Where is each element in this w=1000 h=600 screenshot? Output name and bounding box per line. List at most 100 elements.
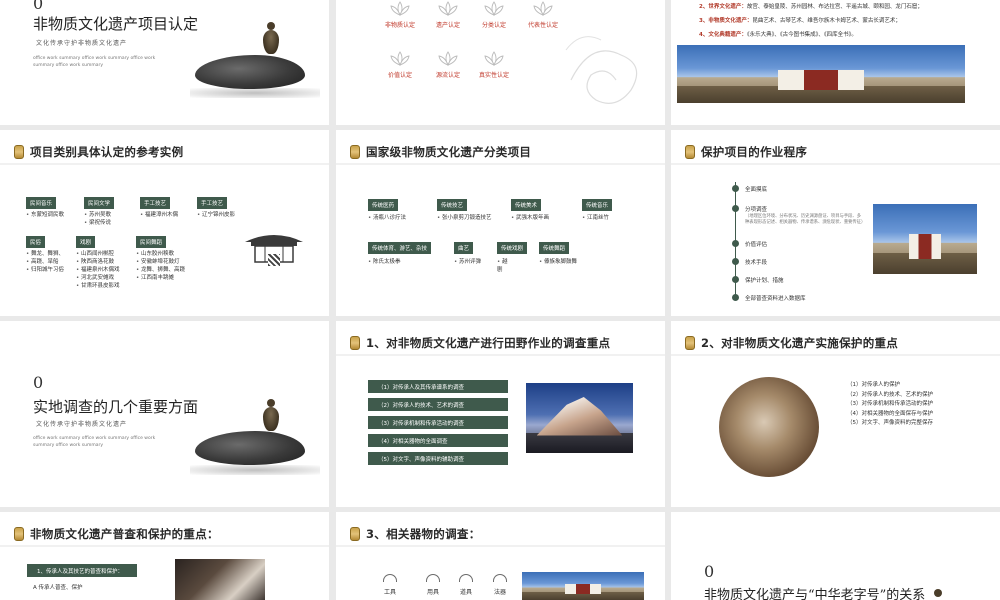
tag: 传统舞蹈 [539,242,570,254]
slide-title: 非物质文化遗产普查和保护的重点： [30,527,219,541]
tag-items: 辽宁锦州皮影 [197,211,235,219]
slide-header: 2、对非物质文化遗产实施保护的重点 [685,335,990,351]
list-line-2: 3、非物质文化遗产：昆曲艺术、古琴艺术、维吾尔族木卡姆艺术、蒙古长调艺术； [699,18,901,24]
header-band [0,545,329,547]
tag: 传统音乐 [582,199,613,211]
protection-list: （1）对传承人的保护 （2）对传承人的技术、艺术的保护 （3）对传承机制和传承活… [847,382,934,426]
timeline-dot [732,185,739,192]
arch-icon [426,574,440,582]
tag: 传统美术 [511,199,542,211]
timeline-dot [732,205,739,212]
slide-title: 3、相关器物的调查： [366,527,481,541]
cloud-ornament-icon [565,36,638,104]
step-label: 全面摸底 [745,187,768,193]
potala-palace-photo [873,204,977,274]
focus-bar: 1、传承人及其技艺的普查和保护： [27,564,137,577]
monk-head [267,22,275,30]
section-subtitle: 文化传承守护非物质文化遗产 [36,40,128,47]
utensil-item-appliance: 用具 [418,574,448,596]
temple-photo [522,572,644,600]
section-number: 0 [704,562,715,581]
slide-header: 3、相关器物的调查： [350,526,655,542]
lotus-label: 价值认定 [387,72,412,79]
tag: 曲艺 [454,242,474,254]
slide-header: 1、对非物质文化遗产进行田野作业的调查重点 [350,335,655,351]
list-line-3: 4、文化典籍遗产：《永乐大典》、《古今图书集成》、《四库全书》。 [699,32,857,38]
header-band [336,163,665,165]
focus-bar: （3）对传承机制和传承活动的调查 [368,416,508,429]
slide-cover-1[interactable]: 0 非物质文化遗产项目认定 文化传承守护非物质文化遗产 office work … [0,0,329,125]
slide-census-focus[interactable]: 非物质文化遗产普查和保护的重点： 1、传承人及其技艺的普查和保护： A 传承人普… [0,512,329,600]
slide-heritage-list[interactable]: 2、世界文化遗产：故宫、泰始皇陵、苏州园林、布达拉宫、平遥古城、颐和园、龙门石窟… [671,0,1000,125]
lotus-icon [390,1,410,16]
tag-items: 福建漳州木偶 [140,211,178,219]
lotus-icon [438,51,458,66]
lotus-icon [533,1,553,16]
slide-title: 2、对非物质文化遗产实施保护的重点 [701,336,899,350]
focus-bar: （2）对传承人的技术、艺术的调查 [368,398,508,411]
lotus-item: 非物质认定 [380,0,420,29]
utensil-item-prop: 道具 [451,574,481,596]
section-small-text: office work summary office work summary … [33,436,156,448]
slide-title: 1、对非物质文化遗产进行田野作业的调查重点 [366,336,611,350]
arch-icon [493,574,507,582]
lotus-item: 源流认定 [428,50,468,79]
lotus-item: 代表性认定 [523,0,563,29]
header-band [0,163,329,165]
slide-title: 国家级非物质文化遗产分类项目 [366,145,532,159]
timeline-dot [732,240,739,247]
tag: 传统体育、游艺、杂技 [368,242,432,254]
monk-head [934,589,942,597]
monk-figure [263,30,279,54]
slide-utensils[interactable]: 3、相关器物的调查： 工具 用具 道具 法器 [336,512,665,600]
step-label: 全部普查资料进入数据库 [745,296,806,302]
slide-fieldwork-focus[interactable]: 1、对非物质文化遗产进行田野作业的调查重点 （1）对传承人及其传承谱系的调查 （… [336,321,665,507]
tag-items: 越剧 [497,258,511,274]
slide-header: 项目类别具体认定的参考实例 [14,144,319,160]
arch-icon [383,574,397,582]
tag-items: 苏州评弹 [454,258,481,266]
tag: 传统技艺 [437,199,468,211]
lantern-icon [14,527,24,541]
section-subtitle: 文化传承守护非物质文化遗产 [36,421,128,428]
section-number: 0 [33,373,44,392]
tag-items: 汤瓶八诊疗法 [368,214,406,222]
slide-work-procedure[interactable]: 保护项目的作业程序 全面摸底 分项调查 （地理区位环境、分布状况、历史渊源盘证、… [671,130,1000,316]
focus-bar: （4）对相关器物的全面调查 [368,434,508,447]
lotus-label: 非物质认定 [384,22,415,29]
tag: 民间舞蹈 [136,236,167,248]
timeline-dot [732,258,739,265]
slide-lotus-icons[interactable]: 非物质认定 遗产认定 分类认定 代表性认定 价值认定 源流认定 真实性认定 [336,0,665,125]
craftsman-photo [175,559,265,600]
list-line-1: 2、世界文化遗产：故宫、泰始皇陵、苏州园林、布达拉宫、平遥古城、颐和园、龙门石窟… [699,4,923,10]
header-band [671,354,1000,356]
lotus-icon [438,1,458,16]
slide-title: 保护项目的作业程序 [701,145,808,159]
header-band [336,354,665,356]
lotus-label: 分类认定 [481,22,506,29]
slide-cover-3[interactable]: 0 非物质文化遗产与“中华老字号”的关系 [671,512,1000,600]
census-line: A 传承人普查、保护 [33,585,83,591]
header-band [671,163,1000,165]
tag: 手工技艺 [140,197,171,209]
utensil-item-ritual: 法器 [485,574,515,596]
monk-figure [263,407,279,431]
tag-items: 苏州吴歌梁祝传说 [84,211,111,227]
slide-national-categories[interactable]: 国家级非物质文化遗产分类项目 传统医药 汤瓶八诊疗法 传统技艺 张小泉剪刀锻造技… [336,130,665,316]
step-label: 保护计划、措施 [745,278,784,284]
slide-cover-2[interactable]: 0 实地调查的几个重要方面 文化传承守护非物质文化遗产 office work … [0,321,329,507]
slide-category-examples[interactable]: 项目类别具体认定的参考实例 民间音乐 东蒙短调民歌 民间文学 苏州吴歌梁祝传说 … [0,130,329,316]
lantern-icon [350,145,360,159]
slide-header: 国家级非物质文化遗产分类项目 [350,144,655,160]
lotus-label: 真实性认定 [478,72,509,79]
lotus-label: 代表性认定 [527,22,558,29]
rock-shadow [190,465,320,475]
crafts-photo [719,377,819,477]
tag: 戏剧 [76,236,96,248]
lotus-item: 真实性认定 [474,50,514,79]
qr-code-icon [268,254,280,266]
tag: 民俗 [26,236,46,248]
slide-protection-focus[interactable]: 2、对非物质文化遗产实施保护的重点 （1）对传承人的保护 （2）对传承人的技术、… [671,321,1000,507]
step-label: 技术手段 [745,260,768,266]
slide-title: 项目类别具体认定的参考实例 [30,145,184,159]
